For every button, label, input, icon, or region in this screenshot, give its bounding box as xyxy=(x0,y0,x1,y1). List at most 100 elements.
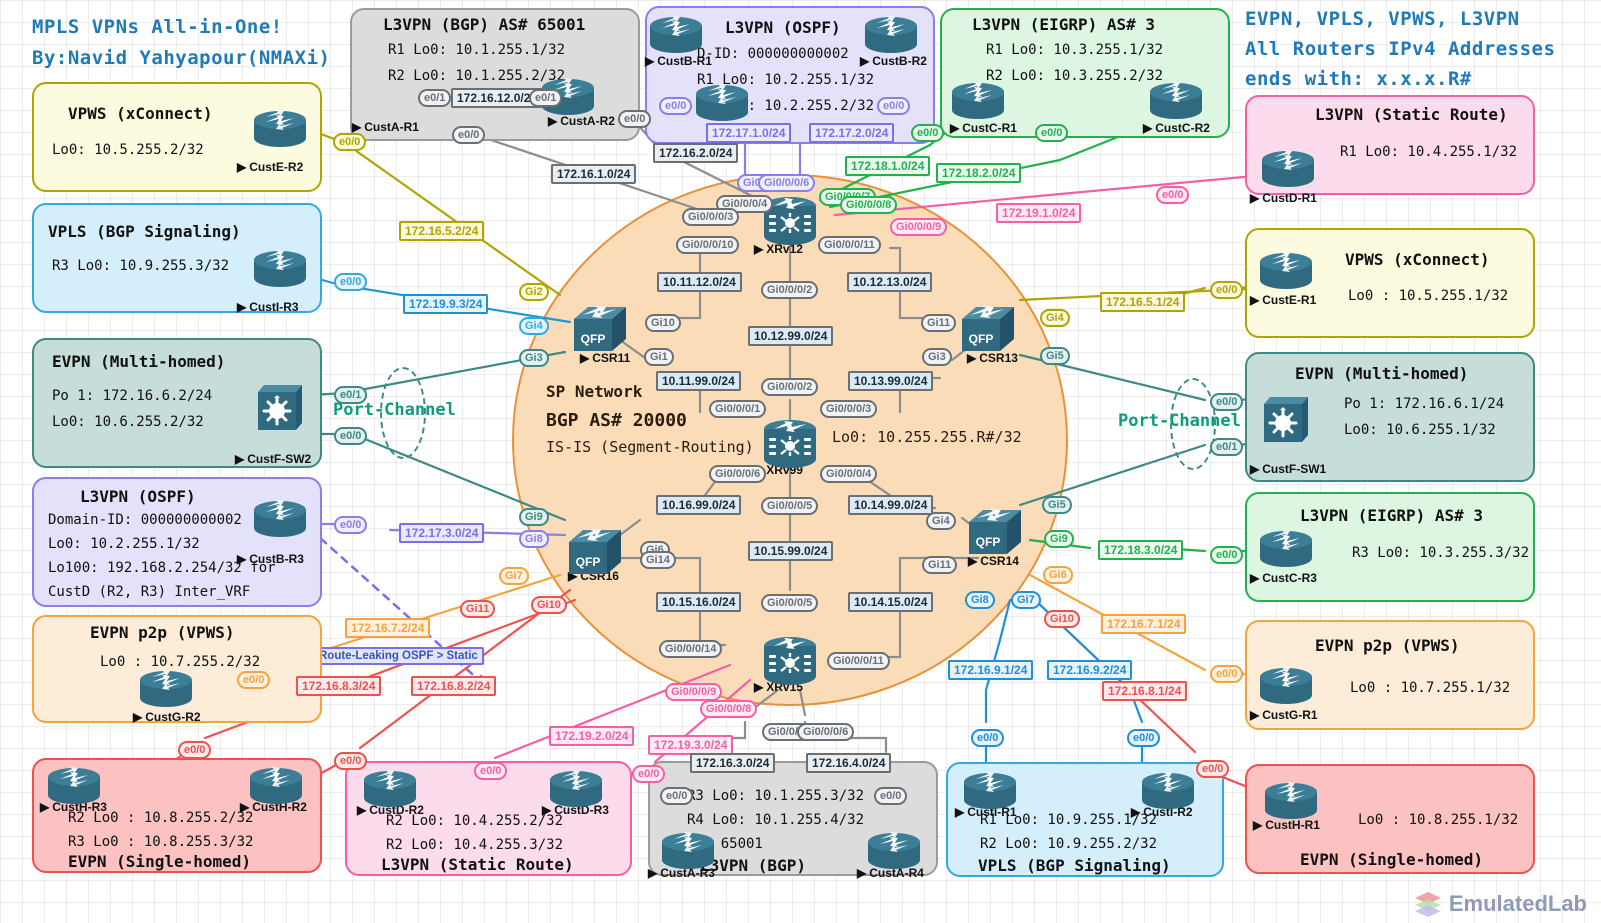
subnet-label: 10.14.15.0/24 xyxy=(848,592,934,612)
interface-label: e0/0 xyxy=(474,762,508,780)
interface-label: Gi0/0/0/4 xyxy=(820,465,878,483)
subnet-label: 172.16.8.1/24 xyxy=(1102,681,1188,701)
interface-label: Gi4 xyxy=(519,317,549,335)
interface-label: e0/0 xyxy=(1210,546,1244,564)
subnet-label: 172.17.3.0/24 xyxy=(399,523,485,543)
interface-label: e0/0 xyxy=(1210,393,1244,411)
subnet-label: 172.17.1.0/24 xyxy=(706,123,792,143)
interface-label: Gi3 xyxy=(922,348,952,366)
interface-label: e0/1 xyxy=(334,386,368,404)
interface-label: e0/0 xyxy=(877,97,911,115)
interface-label: e0/0 xyxy=(971,729,1005,747)
interface-label: Gi0/0/0/9 xyxy=(890,218,948,236)
interface-label: e0/1 xyxy=(418,89,452,107)
interface-label: e0/0 xyxy=(333,133,367,151)
interface-label: e0/0 xyxy=(334,427,368,445)
interface-label: Gi3 xyxy=(519,349,549,367)
interface-label: e0/0 xyxy=(660,787,694,805)
interface-label: Gi10 xyxy=(531,596,567,614)
interface-label: Gi8 xyxy=(519,530,549,548)
interface-label: Gi8 xyxy=(965,591,995,609)
interface-label: Gi0/0/0/5 xyxy=(761,594,819,612)
subnet-label: 10.11.99.0/24 xyxy=(656,371,741,391)
interface-label: e0/0 xyxy=(334,273,368,291)
interface-label: Gi0/0/0/5 xyxy=(761,497,819,515)
subnet-label: 172.16.7.2/24 xyxy=(345,618,431,638)
interface-label: Gi7 xyxy=(1011,591,1041,609)
interface-label: Gi0/0/0/3 xyxy=(682,208,740,226)
interface-label: Gi0/0/0/8 xyxy=(700,700,758,718)
interface-label: Gi0/0/0/1 xyxy=(709,400,767,418)
interface-label: e0/0 xyxy=(178,741,212,759)
interface-label: Gi0/0/0/2 xyxy=(761,281,819,299)
link-label-layer: 172.16.12.0/24 e0/1 e0/1 e0/0 e0/0 172.16.1.0… xyxy=(0,0,1601,923)
subnet-label: 172.19.1.0/24 xyxy=(996,203,1082,223)
interface-label: Gi10 xyxy=(1044,610,1080,628)
subnet-label: 172.16.8.2/24 xyxy=(411,676,497,696)
subnet-label: 172.16.9.1/24 xyxy=(948,660,1034,680)
subnet-label: 172.16.5.1/24 xyxy=(1100,292,1186,312)
subnet-label: 172.16.8.3/24 xyxy=(296,676,382,696)
subnet-label: 172.18.3.0/24 xyxy=(1098,540,1184,560)
subnet-label: 10.16.99.0/24 xyxy=(656,495,742,515)
interface-label: e0/0 xyxy=(1210,281,1244,299)
interface-label: Gi5 xyxy=(1040,347,1070,365)
subnet-label: 10.11.12.0/24 xyxy=(657,272,742,292)
interface-label: e0/0 xyxy=(911,124,945,142)
interface-label: e0/0 xyxy=(659,97,693,115)
interface-label: Gi4 xyxy=(926,512,956,530)
subnet-label: 10.13.99.0/24 xyxy=(848,371,934,391)
interface-label: Gi11 xyxy=(460,600,496,618)
interface-label: e0/1 xyxy=(529,89,563,107)
subnet-label: 172.17.2.0/24 xyxy=(809,123,895,143)
interface-label: e0/0 xyxy=(452,126,486,144)
interface-label: Gi0/0/0/9 xyxy=(665,683,723,701)
subnet-label: 172.16.5.2/24 xyxy=(399,221,485,241)
subnet-label: 172.19.2.0/24 xyxy=(549,726,635,746)
interface-label: Gi10 xyxy=(645,314,681,332)
interface-label: e0/0 xyxy=(1035,124,1069,142)
interface-label: Gi14 xyxy=(640,551,676,569)
interface-label: e0/0 xyxy=(632,765,666,783)
interface-label: Gi0/0/0/11 xyxy=(818,236,881,254)
interface-label: Gi11 xyxy=(921,314,957,332)
interface-label: Gi0/0/0/3 xyxy=(820,400,878,418)
subnet-label: 10.12.99.0/24 xyxy=(748,326,834,346)
interface-label: Gi0/0/0/6 xyxy=(797,723,855,741)
subnet-label: 172.16.3.0/24 xyxy=(690,753,776,773)
subnet-label: 172.19.3.0/24 xyxy=(648,735,734,755)
watermark: EmulatedLab xyxy=(1413,891,1587,917)
interface-label: Gi4 xyxy=(1040,309,1070,327)
interface-label: Gi11 xyxy=(922,556,958,574)
subnet-label: 172.16.1.0/24 xyxy=(551,164,637,184)
interface-label: Gi2 xyxy=(519,283,549,301)
subnet-label: 172.16.9.2/24 xyxy=(1047,660,1133,680)
interface-label: Gi0/0/0/8 xyxy=(840,196,898,214)
interface-label: e0/0 xyxy=(1196,760,1230,778)
emulatedlab-logo-icon xyxy=(1414,892,1441,917)
subnet-label: 172.16.7.1/24 xyxy=(1101,614,1187,634)
subnet-label: 172.16.4.0/24 xyxy=(806,753,892,773)
interface-label: Gi0/0/0/6 xyxy=(709,465,767,483)
subnet-label: 10.14.99.0/24 xyxy=(848,495,934,515)
subnet-label: 172.18.2.0/24 xyxy=(936,163,1022,183)
interface-label: e0/0 xyxy=(334,752,368,770)
interface-label: e0/0 xyxy=(618,110,652,128)
interface-label: Gi9 xyxy=(1044,530,1074,548)
interface-label: e0/0 xyxy=(1210,665,1244,683)
interface-label: Gi0/0/0/2 xyxy=(761,378,819,396)
interface-label: Gi5 xyxy=(1042,496,1072,514)
subnet-label: 172.16.2.0/24 xyxy=(653,143,739,163)
interface-label: Gi0/0/0/14 xyxy=(659,640,723,658)
interface-label: Gi0/0/0/10 xyxy=(676,236,740,254)
interface-label: Gi0/0/0/6 xyxy=(758,174,816,192)
watermark-text: EmulatedLab xyxy=(1448,891,1587,916)
interface-label: Gi6 xyxy=(1043,566,1073,584)
interface-label: Gi0/0/0/11 xyxy=(827,652,890,670)
subnet-label: 172.19.9.3/24 xyxy=(403,294,489,314)
subnet-label: 10.15.16.0/24 xyxy=(656,592,742,612)
interface-label: Gi7 xyxy=(499,567,529,585)
subnet-label: 10.15.99.0/24 xyxy=(748,541,834,561)
interface-label: e0/0 xyxy=(874,787,908,805)
interface-label: e0/0 xyxy=(1156,186,1190,204)
